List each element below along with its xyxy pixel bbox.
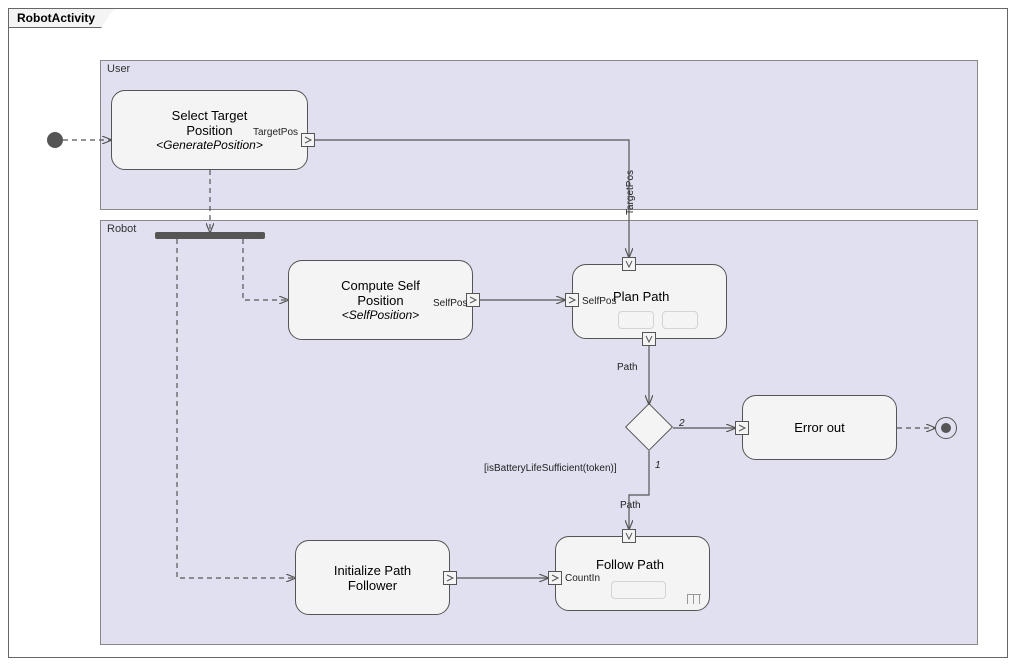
activity-error-out: Error out	[742, 395, 897, 460]
activity-follow-path-title: Follow Path	[596, 557, 664, 572]
pin-select-target-out	[301, 133, 315, 147]
fork-node	[155, 232, 265, 239]
activity-select-target-title: Select Target Position	[172, 108, 248, 138]
pin-follow-path-in-top	[622, 529, 636, 543]
swimlane-robot-label: Robot	[107, 223, 136, 235]
plan-path-sub-icon	[618, 309, 703, 331]
pin-error-out-in	[735, 421, 749, 435]
pin-compute-self-out	[466, 293, 480, 307]
swimlane-user-label: User	[107, 63, 130, 75]
pin-plan-path-in-top	[622, 257, 636, 271]
pin-plan-path-in-left-label: SelfPos	[582, 296, 616, 307]
activity-init-path-title: Initialize Path Follower	[334, 563, 411, 593]
activity-plan-path-title: Plan Path	[613, 289, 669, 304]
pin-plan-path-in-left	[565, 293, 579, 307]
activity-init-path: Initialize Path Follower	[295, 540, 450, 615]
pin-follow-path-in-top-label: Path	[620, 500, 641, 511]
initial-node	[47, 132, 63, 148]
activity-error-out-title: Error out	[794, 420, 845, 435]
pin-plan-path-out-bottom	[642, 332, 656, 346]
pin-init-path-out	[443, 571, 457, 585]
final-node	[935, 417, 957, 439]
pin-compute-self-out-label: SelfPos	[433, 298, 467, 309]
follow-path-rake-icon	[687, 594, 701, 604]
pin-follow-path-in-left	[548, 571, 562, 585]
activity-compute-self-title: Compute Self Position	[341, 278, 420, 308]
frame-title: RobotActivity	[8, 8, 114, 28]
edge-label-targetpos-vertical: TargetPos	[625, 170, 636, 215]
activity-select-target-behavior: <GeneratePosition>	[156, 138, 263, 152]
activity-compute-self-behavior: <SelfPosition>	[342, 308, 419, 322]
pin-plan-path-out-bottom-label: Path	[617, 362, 638, 373]
decision-edge-2: 2	[679, 418, 685, 429]
decision-guard: [isBatteryLifeSufficient(token)]	[484, 463, 617, 474]
pin-select-target-out-label: TargetPos	[253, 127, 298, 138]
decision-edge-1: 1	[655, 460, 661, 471]
follow-path-sub-icon	[611, 579, 681, 601]
pin-follow-path-in-left-label: CountIn	[565, 573, 600, 584]
